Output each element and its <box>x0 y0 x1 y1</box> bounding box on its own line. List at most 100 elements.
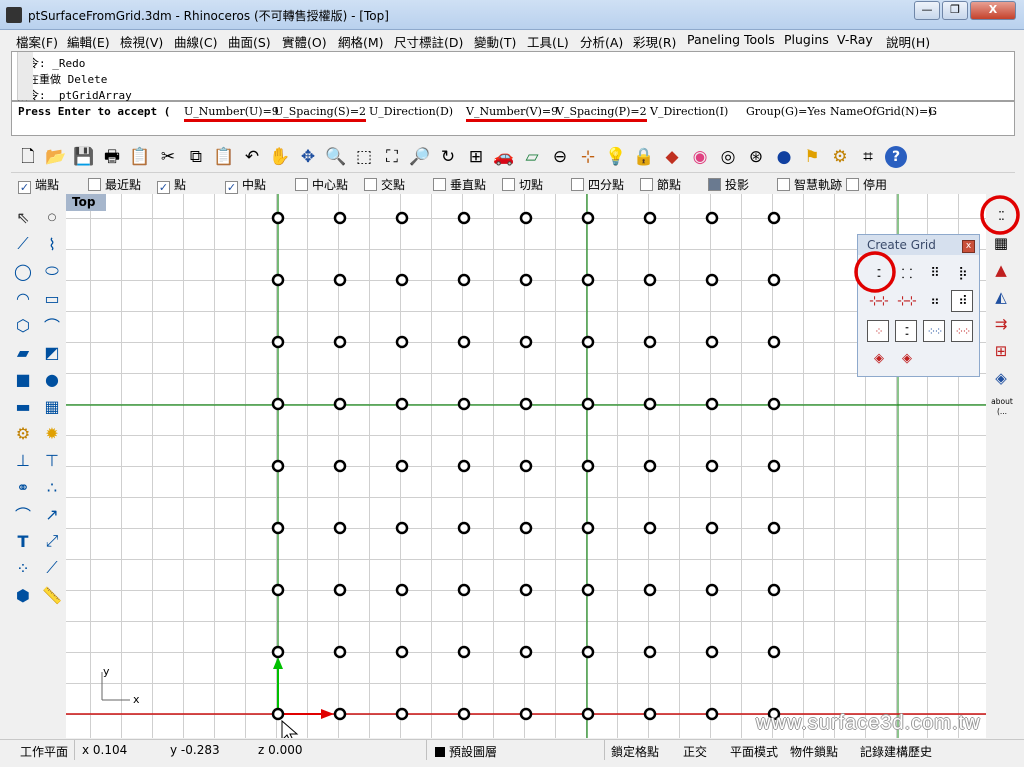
surface-grid-icon[interactable]: ◭ <box>989 285 1013 309</box>
checkbox-icon[interactable]: ✓ <box>225 181 238 194</box>
grid-frame-icon[interactable]: ⁚⁚ <box>895 320 917 342</box>
option-v-number[interactable]: V_Number(V)=9 <box>466 105 559 122</box>
command-history[interactable]: 指令: _Redo 正在重做 Delete 指令: _ptGridArray <box>11 51 1015 102</box>
grid-point[interactable] <box>271 397 285 411</box>
grid-point[interactable] <box>333 707 347 721</box>
menu-dimension[interactable]: 尺寸標註(D) <box>394 32 463 51</box>
menu-plugins[interactable]: Plugins <box>784 32 829 47</box>
minimize-button[interactable]: — <box>914 1 940 20</box>
grid-point[interactable] <box>457 707 471 721</box>
grid-point[interactable] <box>581 273 595 287</box>
extrude-surface-icon[interactable]: ◩ <box>40 340 64 364</box>
grid-point[interactable] <box>767 397 781 411</box>
grid-point[interactable] <box>395 397 409 411</box>
grid-point[interactable] <box>395 459 409 473</box>
checkbox-icon[interactable]: ✓ <box>157 181 170 194</box>
menu-analyze[interactable]: 分析(A) <box>580 32 623 51</box>
menu-help[interactable]: 說明(H) <box>886 32 930 51</box>
grid-point[interactable] <box>581 583 595 597</box>
grid-point[interactable] <box>767 645 781 659</box>
grid-dense-icon[interactable]: ▦ <box>989 231 1013 255</box>
grid-point[interactable] <box>705 273 719 287</box>
flag-icon[interactable]: ⚑ <box>801 146 823 168</box>
select-arrow-icon[interactable]: ⇖ <box>11 205 35 229</box>
light-bulb-icon[interactable]: 💡 <box>605 146 627 168</box>
menu-view[interactable]: 檢視(V) <box>120 32 163 51</box>
move-icon[interactable]: ↗ <box>40 502 64 526</box>
boolean-union-icon[interactable]: ⚭ <box>11 475 35 499</box>
curve-icon[interactable]: ⌇ <box>40 232 64 256</box>
grid-point[interactable] <box>581 645 595 659</box>
status-snap[interactable]: 鎖定格點 <box>611 743 659 760</box>
status-planar[interactable]: 平面模式 <box>730 743 778 760</box>
sphere-icon[interactable]: ● <box>40 367 64 391</box>
explode-icon[interactable]: ✹ <box>40 421 64 445</box>
object-snap-icon[interactable]: ⊹ <box>577 146 599 168</box>
arc-icon[interactable]: ◠ <box>11 286 35 310</box>
menu-vray[interactable]: V-Ray <box>837 32 873 47</box>
paste-icon[interactable]: 📋 <box>213 146 235 168</box>
grid-point[interactable] <box>643 583 657 597</box>
grid-array-icon[interactable]: ⁚⁚ <box>989 204 1013 228</box>
grid-offset-icon[interactable]: ⁘ <box>867 320 889 342</box>
grid-point[interactable] <box>519 335 533 349</box>
text-icon[interactable]: T <box>11 529 35 553</box>
menu-render[interactable]: 彩現(R) <box>633 32 676 51</box>
checkbox-icon[interactable] <box>88 178 101 191</box>
status-history[interactable]: 記錄建構歷史 <box>860 743 932 760</box>
grid-point[interactable] <box>643 707 657 721</box>
grid-weave-icon[interactable]: ⁘⁘ <box>951 320 973 342</box>
menu-tools[interactable]: 工具(L) <box>527 32 569 51</box>
grid-point[interactable] <box>705 521 719 535</box>
grid-point[interactable] <box>333 645 347 659</box>
polyline-icon[interactable]: ⟋ <box>11 232 35 256</box>
osnap-intersection[interactable]: 交點 <box>364 176 405 192</box>
grid-point[interactable] <box>333 273 347 287</box>
grid-point[interactable] <box>519 459 533 473</box>
option-name-of-grid[interactable]: NameOfGrid(N)=G <box>830 105 937 118</box>
menu-curve[interactable]: 曲線(C) <box>174 32 217 51</box>
grid-point[interactable] <box>705 211 719 225</box>
close-button[interactable]: X <box>970 1 1016 20</box>
checkbox-icon[interactable] <box>846 178 859 191</box>
grid-point[interactable] <box>705 459 719 473</box>
grid-point[interactable] <box>705 397 719 411</box>
checkbox-icon[interactable] <box>433 178 446 191</box>
grid-point[interactable] <box>519 583 533 597</box>
grid-point[interactable] <box>581 335 595 349</box>
undo-view-icon[interactable]: ↻ <box>437 146 459 168</box>
grid-shift-v-icon[interactable]: ⊹⊹ <box>895 290 917 312</box>
fillet-icon[interactable]: ⌒ <box>40 313 64 337</box>
osnap-near[interactable]: 最近點 <box>88 176 141 192</box>
option-u-spacing[interactable]: U_Spacing(S)=2 <box>274 105 367 122</box>
grid-point[interactable] <box>457 521 471 535</box>
checkbox-icon[interactable] <box>640 178 653 191</box>
checkbox-icon[interactable] <box>708 178 721 191</box>
mesh-plane-icon[interactable]: ▦ <box>40 394 64 418</box>
grid-point[interactable] <box>519 707 533 721</box>
menu-transform[interactable]: 變動(T) <box>474 32 516 51</box>
grid-point[interactable] <box>643 335 657 349</box>
grid-point[interactable] <box>581 211 595 225</box>
point-icon[interactable]: ○ <box>40 205 64 229</box>
new-file-icon[interactable]: 🗋 <box>17 146 39 168</box>
osnap-point[interactable]: ✓ 點 <box>157 176 186 194</box>
zoom-icon[interactable]: 🔍 <box>325 146 347 168</box>
grid-point[interactable] <box>643 397 657 411</box>
grid-point[interactable] <box>457 211 471 225</box>
grid-point[interactable] <box>643 211 657 225</box>
osnap-center[interactable]: 中心點 <box>295 176 348 192</box>
grid-point[interactable] <box>271 273 285 287</box>
grid-point[interactable] <box>705 645 719 659</box>
box-icon[interactable]: ■ <box>11 367 35 391</box>
cut-icon[interactable]: ✂ <box>157 146 179 168</box>
zoom-extents-icon[interactable]: ⛶ <box>381 146 403 168</box>
wireframe-sphere-icon[interactable]: ◎ <box>717 146 739 168</box>
menu-solid[interactable]: 實體(O) <box>282 32 327 51</box>
viewport-title-tab[interactable]: Top <box>66 194 106 211</box>
option-u-number[interactable]: U_Number(U)=9 <box>184 105 279 122</box>
grid-point[interactable] <box>705 583 719 597</box>
checkbox-icon[interactable] <box>502 178 515 191</box>
grid-point[interactable] <box>333 459 347 473</box>
save-icon[interactable]: 💾 <box>73 146 95 168</box>
